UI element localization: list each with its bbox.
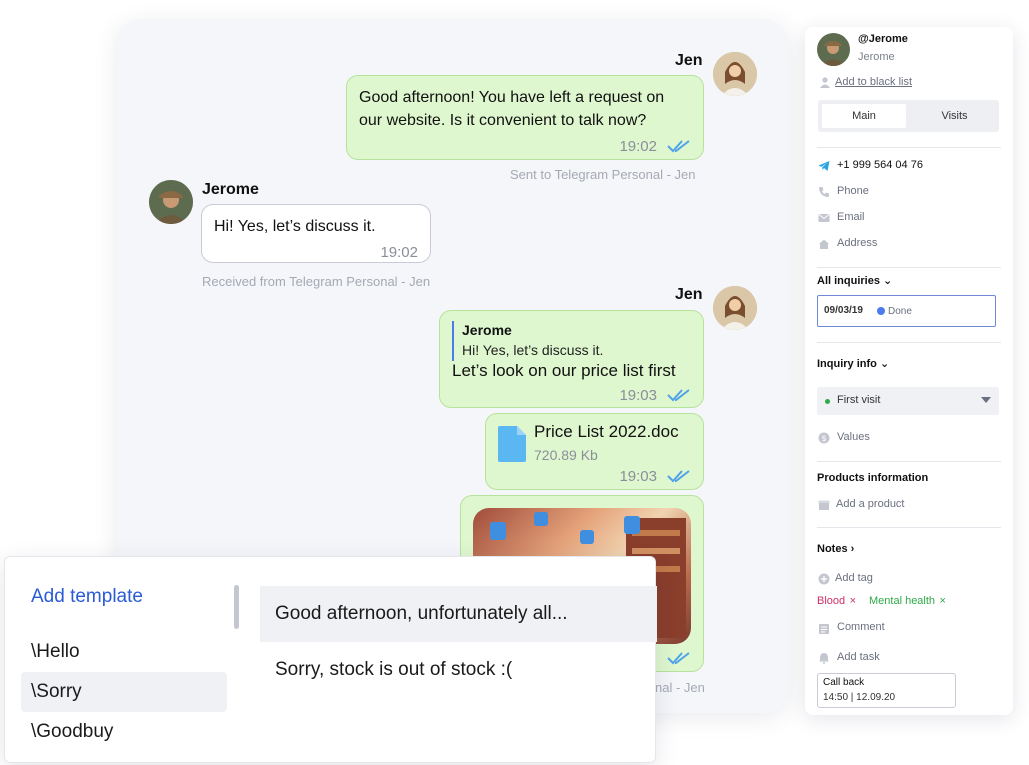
email-icon — [818, 214, 830, 222]
sender-name-jerome: Jerome — [202, 181, 259, 198]
message-time: 19:02 — [380, 244, 418, 261]
client-info-panel: @Jerome Jerome Add to black list Main Vi… — [805, 27, 1013, 715]
tag-blood[interactable]: Blood × — [817, 591, 856, 609]
delivery-meta: Sent to Telegram Personal - Jen — [510, 167, 696, 182]
divider — [817, 527, 1001, 528]
add-task-button[interactable]: Add task — [837, 651, 880, 663]
notes-label: Notes — [817, 543, 848, 555]
file-name[interactable]: Price List 2022.doc — [534, 420, 679, 443]
sender-name-jen: Jen — [675, 52, 703, 69]
tab-main[interactable]: Main — [822, 104, 906, 128]
tab-visits[interactable]: Visits — [914, 104, 995, 128]
message-time: 19:02 — [619, 138, 657, 155]
quoted-reply-text: Hi! Yes, let’s discuss it. — [462, 342, 604, 358]
inquiry-date: 09/03/19 — [824, 305, 863, 316]
phone-field[interactable]: Phone — [837, 185, 869, 197]
all-inquiries-label: All inquiries — [817, 275, 880, 287]
address-field[interactable]: Address — [837, 237, 877, 249]
client-handle: @Jerome — [858, 33, 908, 45]
tag-label: Mental health — [869, 595, 936, 607]
templates-popup: Add template \Hello \Sorry \Goodbuy Good… — [4, 556, 657, 763]
first-visit-label: First visit — [837, 394, 881, 406]
phone-icon — [819, 187, 829, 197]
telegram-phone[interactable]: +1 999 564 04 76 — [837, 159, 923, 171]
chevron-right-icon: › — [850, 543, 855, 555]
divider — [817, 267, 1001, 268]
client-tabs: Main Visits — [818, 100, 999, 132]
add-product-button[interactable]: Add a product — [836, 498, 905, 510]
quoted-reply-sender: Jerome — [462, 322, 512, 338]
client-name: Jerome — [858, 51, 895, 63]
divider — [817, 461, 1001, 462]
template-item[interactable]: \Goodbuy — [21, 712, 227, 752]
tag-mental-health[interactable]: Mental health × — [869, 591, 946, 609]
task-title: Call back — [823, 677, 865, 688]
avatar-jen[interactable] — [713, 286, 757, 330]
message-text: Good afternoon! You have left a request … — [359, 89, 665, 129]
tag-label: Blood — [817, 595, 846, 607]
telegram-icon — [818, 161, 830, 171]
visit-select[interactable]: First visit — [817, 387, 999, 415]
product-box-icon — [818, 500, 830, 510]
message-bubble-outgoing-reply[interactable]: Jerome Hi! Yes, let’s discuss it. Let’s … — [439, 310, 704, 408]
message-bubble-file[interactable]: Price List 2022.doc 720.89 Kb 19:03 — [485, 413, 704, 490]
remove-tag-icon[interactable]: × — [850, 595, 856, 607]
home-icon — [819, 239, 829, 249]
templates-scrollbar[interactable] — [234, 585, 239, 629]
status-dot-icon — [877, 307, 885, 315]
divider — [817, 342, 1001, 343]
read-ticks-icon — [667, 389, 690, 402]
email-field[interactable]: Email — [837, 211, 865, 223]
comment-icon — [819, 624, 829, 634]
bell-icon — [819, 653, 829, 664]
delivery-meta: nal - Jen — [655, 680, 705, 695]
svg-text:$: $ — [821, 434, 826, 443]
task-card[interactable]: Call back 14:50 | 12.09.20 — [817, 673, 956, 708]
template-item-selected[interactable]: \Sorry — [21, 672, 227, 712]
user-block-icon — [820, 77, 830, 88]
file-size: 720.89 Kb — [534, 447, 598, 463]
avatar-jerome[interactable] — [149, 180, 193, 224]
message-text: Hi! Yes, let’s discuss it. — [214, 218, 376, 235]
inquiry-status: Done — [888, 306, 912, 317]
add-template-button[interactable]: Add template — [31, 586, 143, 608]
document-file-icon — [498, 426, 526, 462]
template-item[interactable]: \Hello — [21, 632, 227, 672]
message-bubble-outgoing[interactable]: Good afternoon! You have left a request … — [346, 75, 704, 160]
comment-button[interactable]: Comment — [837, 621, 885, 633]
task-time: 14:50 | 12.09.20 — [823, 692, 896, 703]
template-preview[interactable]: Good afternoon, unfortunately all... — [260, 586, 657, 642]
quoted-reply[interactable]: Jerome Hi! Yes, let’s discuss it. — [452, 321, 603, 361]
caret-down-icon — [981, 397, 991, 403]
values-field[interactable]: Values — [837, 431, 870, 443]
client-avatar — [817, 33, 850, 66]
sender-name-jen: Jen — [675, 286, 703, 303]
template-preview[interactable]: Sorry, stock is out of stock :( — [260, 642, 657, 698]
message-time: 19:03 — [619, 387, 657, 404]
avatar-jen[interactable] — [713, 52, 757, 96]
chevron-down-icon: ⌄ — [883, 275, 893, 287]
message-text: Let’s look on our price list first — [452, 361, 676, 380]
divider — [817, 147, 1001, 148]
read-ticks-icon — [667, 652, 690, 665]
inquiry-info-label: Inquiry info — [817, 358, 877, 370]
inquiry-info-dropdown[interactable]: Inquiry info ⌄ — [817, 357, 889, 370]
chevron-down-icon: ⌄ — [879, 358, 890, 370]
message-time: 19:03 — [619, 468, 657, 485]
notes-toggle[interactable]: Notes › — [817, 543, 854, 555]
add-to-blacklist-link[interactable]: Add to black list — [835, 76, 912, 88]
read-ticks-icon — [667, 140, 690, 153]
plus-circle-icon — [818, 573, 830, 585]
add-tag-button[interactable]: Add tag — [835, 572, 873, 584]
all-inquiries-dropdown[interactable]: All inquiries ⌄ — [817, 274, 892, 287]
inquiry-card[interactable]: 09/03/19 Done — [817, 295, 996, 327]
products-title: Products information — [817, 472, 929, 484]
read-ticks-icon — [667, 470, 690, 483]
message-bubble-incoming[interactable]: Hi! Yes, let’s discuss it. 19:02 — [201, 204, 431, 263]
status-dot-icon — [825, 399, 830, 404]
remove-tag-icon[interactable]: × — [940, 595, 946, 607]
delivery-meta: Received from Telegram Personal - Jen — [202, 274, 431, 289]
dollar-icon: $ — [818, 432, 830, 444]
